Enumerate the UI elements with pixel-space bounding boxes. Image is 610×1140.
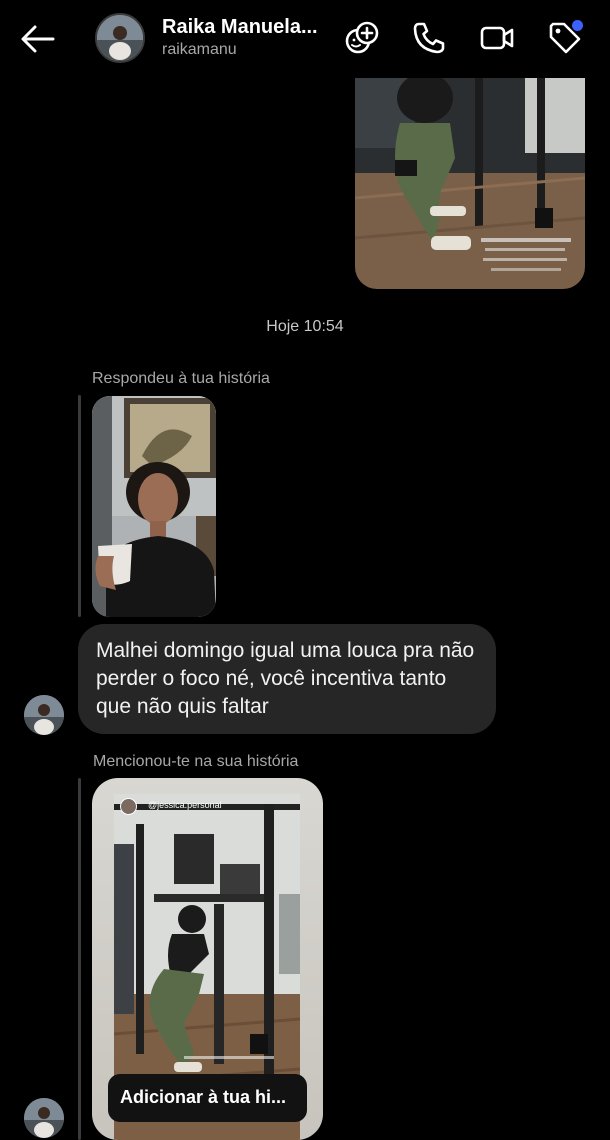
message-timestamp: Hoje 10:54: [266, 318, 344, 335]
mentioned-story-card[interactable]: @jessica.personal Adicionar à tua hi...: [92, 778, 323, 1140]
notification-dot: [572, 20, 583, 31]
reply-indicator-bar: [78, 395, 81, 617]
contact-username[interactable]: raikamanu: [162, 41, 237, 59]
phone-icon[interactable]: [411, 20, 447, 56]
profile-avatar[interactable]: [95, 13, 145, 63]
sender-avatar[interactable]: [24, 1098, 64, 1138]
mention-label: Mencionou-te na sua história: [93, 753, 299, 770]
sender-avatar[interactable]: [24, 695, 64, 735]
shared-story-image[interactable]: [355, 78, 585, 289]
mention-indicator-bar: [78, 778, 81, 1140]
chat-header: Raika Manuela... raikamanu: [0, 0, 610, 78]
sticker-icon[interactable]: [344, 20, 380, 56]
story-reply-label: Respondeu à tua história: [92, 370, 270, 387]
story-author-avatar: [120, 798, 137, 815]
message-bubble[interactable]: Malhei domingo igual uma louca pra não p…: [78, 624, 496, 734]
back-arrow-icon[interactable]: [20, 22, 56, 56]
add-to-story-button[interactable]: Adicionar à tua hi...: [108, 1074, 307, 1122]
replied-story-thumbnail[interactable]: [92, 396, 216, 617]
story-author-username: @jessica.personal: [148, 800, 222, 810]
contact-name[interactable]: Raika Manuela...: [162, 16, 318, 39]
video-icon[interactable]: [479, 20, 515, 56]
